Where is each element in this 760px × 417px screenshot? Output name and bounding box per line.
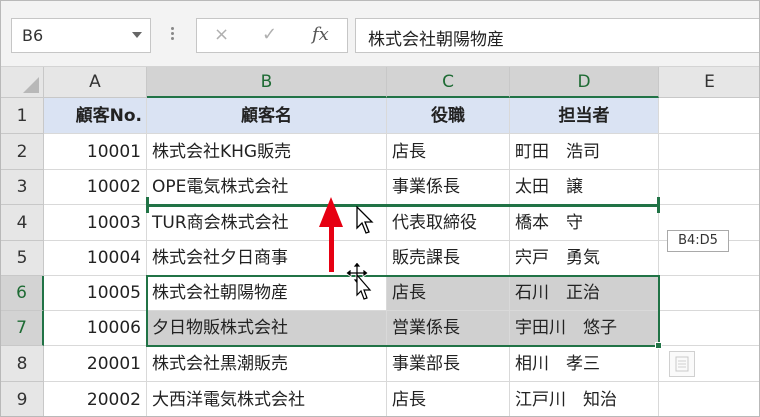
formula-value: 株式会社朝陽物産 [368, 30, 504, 50]
cell-a2[interactable]: 10001 [44, 134, 147, 170]
cell-d5[interactable]: 宍戸 勇気 [510, 241, 659, 276]
cell-e3[interactable] [659, 170, 759, 205]
insert-function-icon[interactable]: fx [312, 24, 329, 45]
cell-b4[interactable]: TUR商会株式会社 [147, 205, 387, 241]
cell-c5[interactable]: 販売課長 [387, 241, 510, 276]
cell-c2[interactable]: 店長 [387, 134, 510, 170]
row-header-4[interactable]: 4 [1, 205, 44, 241]
move-cursor-icon [345, 261, 372, 300]
cell-d9[interactable]: 江戸川 知治 [510, 382, 659, 416]
cell-a7[interactable]: 10006 [44, 311, 147, 346]
column-header-d[interactable]: D [510, 67, 659, 98]
chevron-down-icon[interactable] [132, 32, 142, 38]
vertical-dots-icon[interactable] [171, 25, 175, 43]
cell-c7[interactable]: 営業係長 [387, 311, 510, 346]
column-header-e[interactable]: E [659, 67, 759, 98]
cell-d4[interactable]: 橋本 守 [510, 205, 659, 241]
cancel-icon[interactable]: × [214, 24, 229, 45]
cell-b8[interactable]: 株式会社黒潮販売 [147, 346, 387, 382]
cell-c3[interactable]: 事業係長 [387, 170, 510, 205]
cell-a3[interactable]: 10002 [44, 170, 147, 205]
quick-analysis-icon[interactable] [669, 351, 695, 377]
excel-window: B6 × ✓ fx 株式会社朝陽物産 A B C D E 1 2 3 4 5 6… [0, 0, 760, 417]
column-header-c[interactable]: C [387, 67, 510, 98]
cell-d2[interactable]: 町田 浩司 [510, 134, 659, 170]
row-header-1[interactable]: 1 [1, 98, 44, 134]
cell-b7[interactable]: 夕日物販株式会社 [147, 311, 387, 346]
cell-d1[interactable]: 担当者 [510, 98, 659, 134]
cell-a8[interactable]: 20001 [44, 346, 147, 382]
select-all-corner[interactable] [1, 67, 44, 98]
drag-target-left-cap [146, 197, 149, 213]
cell-e7[interactable] [659, 311, 759, 346]
cell-a9[interactable]: 20002 [44, 382, 147, 416]
cell-d3[interactable]: 太田 譲 [510, 170, 659, 205]
mouse-pointer-icon [356, 206, 374, 234]
row-header-7[interactable]: 7 [1, 311, 44, 346]
row-header-3[interactable]: 3 [1, 170, 44, 205]
cell-e6[interactable] [659, 276, 759, 311]
drag-range-tooltip: B4:D5 [667, 230, 729, 252]
column-header-b[interactable]: B [147, 67, 387, 98]
formula-input[interactable]: 株式会社朝陽物産 [355, 18, 759, 53]
row-header-5[interactable]: 5 [1, 241, 44, 276]
drag-target-indicator [146, 204, 660, 207]
cell-b3[interactable]: OPE電気株式会社 [147, 170, 387, 205]
cell-e9[interactable] [659, 382, 759, 416]
cell-e1[interactable] [659, 98, 759, 134]
drag-target-right-cap [657, 197, 660, 213]
cell-c1[interactable]: 役職 [387, 98, 510, 134]
cell-d8[interactable]: 相川 孝三 [510, 346, 659, 382]
cell-b1[interactable]: 顧客名 [147, 98, 387, 134]
cell-b2[interactable]: 株式会社KHG販売 [147, 134, 387, 170]
cell-c4[interactable]: 代表取締役 [387, 205, 510, 241]
cell-c9[interactable]: 店長 [387, 382, 510, 416]
cell-e2[interactable] [659, 134, 759, 170]
formula-buttons: × ✓ fx [196, 18, 348, 53]
cell-c6[interactable]: 店長 [387, 276, 510, 311]
row-header-9[interactable]: 9 [1, 382, 44, 416]
formula-bar-area: B6 × ✓ fx 株式会社朝陽物産 [1, 1, 759, 67]
cell-b9[interactable]: 大西洋電気株式会社 [147, 382, 387, 416]
cell-d6[interactable]: 石川 正治 [510, 276, 659, 311]
column-header-a[interactable]: A [44, 67, 147, 98]
red-arrow-shaft [329, 225, 334, 272]
select-all-triangle-icon [23, 77, 39, 93]
name-box[interactable]: B6 [11, 18, 151, 53]
cell-a6[interactable]: 10005 [44, 276, 147, 311]
row-header-2[interactable]: 2 [1, 134, 44, 170]
row-header-6[interactable]: 6 [1, 276, 44, 311]
up-arrow-icon [319, 197, 343, 227]
cell-a4[interactable]: 10003 [44, 205, 147, 241]
check-icon[interactable]: ✓ [262, 24, 277, 45]
cell-d7[interactable]: 宇田川 悠子 [510, 311, 659, 346]
cell-c8[interactable]: 事業部長 [387, 346, 510, 382]
cell-a5[interactable]: 10004 [44, 241, 147, 276]
fill-handle[interactable] [655, 342, 662, 349]
row-header-8[interactable]: 8 [1, 346, 44, 382]
name-box-value: B6 [22, 26, 44, 45]
cell-a1[interactable]: 顧客No. [44, 98, 147, 134]
